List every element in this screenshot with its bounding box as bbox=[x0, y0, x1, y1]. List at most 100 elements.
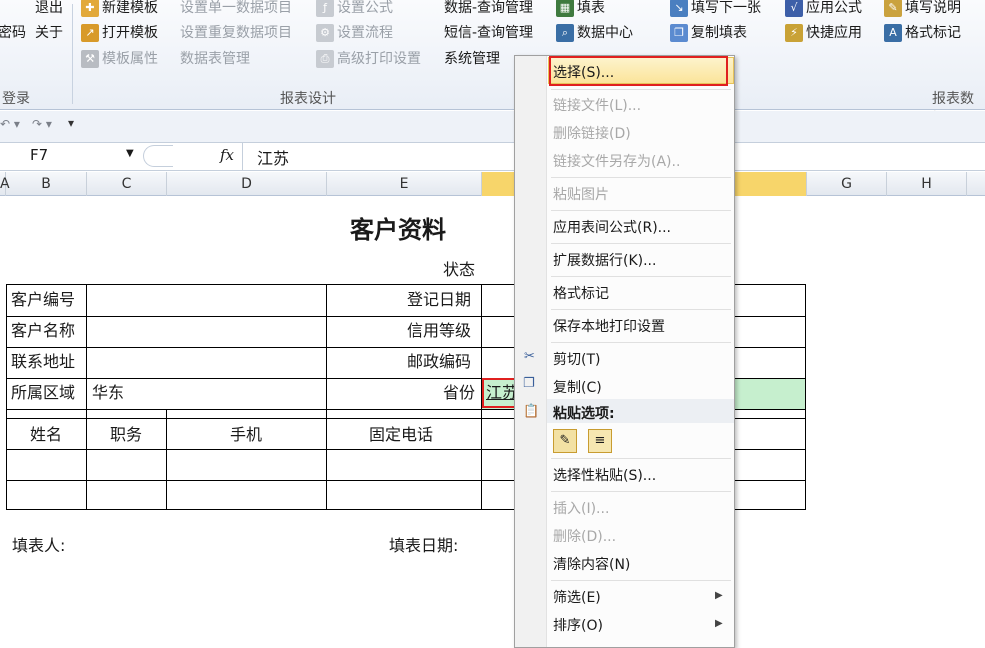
fill-form-button[interactable]: ▦ 填表 bbox=[556, 0, 605, 18]
open-folder-icon: ↗ bbox=[81, 24, 99, 42]
menu-item-clear[interactable]: 清除内容(N) bbox=[553, 554, 630, 574]
fill-instructions-label: 填写说明 bbox=[905, 0, 961, 16]
worksheet[interactable]: 客户资料 状态 客户编号 登记日期 客户名称 信用等级 联系地址 邮政编码 所属… bbox=[0, 197, 985, 648]
menu-item-filter[interactable]: 筛选(E) bbox=[553, 587, 601, 607]
menu-item-save-print-settings[interactable]: 保存本地打印设置 bbox=[553, 316, 665, 336]
open-template-label: 打开模板 bbox=[102, 25, 158, 41]
fill-date-label: 填表日期: bbox=[389, 536, 459, 555]
customer-name-label: 客户名称 bbox=[11, 321, 76, 340]
region-label: 所属区域 bbox=[11, 383, 76, 402]
repeat-item-button[interactable]: 设置重复数据项目 bbox=[180, 23, 292, 43]
copy-fill-label: 复制填表 bbox=[691, 25, 747, 41]
about-button[interactable]: 关于 bbox=[35, 23, 63, 43]
sheet-icon: ▦ bbox=[556, 0, 574, 17]
credit-level-label: 信用等级 bbox=[407, 321, 472, 340]
menu-item-link-file[interactable]: 链接文件(L)... bbox=[553, 95, 641, 115]
menu-item-copy[interactable]: 复制(C) bbox=[553, 377, 602, 397]
menu-item-expand-rows[interactable]: 扩展数据行(K)... bbox=[553, 250, 656, 270]
menu-item-format-mark[interactable]: 格式标记 bbox=[553, 283, 609, 303]
apply-formula-icon: √ bbox=[785, 0, 803, 17]
template-properties-button[interactable]: ⚒ 模板属性 bbox=[81, 49, 158, 69]
col-header-g[interactable]: G bbox=[807, 172, 887, 196]
fill-next-label: 填写下一张 bbox=[691, 0, 761, 16]
menu-item-paste-options: 粘贴选项: bbox=[553, 406, 615, 422]
ribbon: 退出 密码 关于 ✚ 新建模板 ↗ 打开模板 ⚒ 模板属性 设置单一数据项目 设置重复… bbox=[0, 0, 985, 127]
sms-query-button[interactable]: 短信-查询管理 bbox=[444, 23, 533, 43]
menu-item-apply-formula[interactable]: 应用表间公式(R)... bbox=[553, 217, 671, 237]
fill-instructions-button[interactable]: ✎ 填写说明 bbox=[884, 0, 961, 18]
redo-icon[interactable]: ↷ ▾ bbox=[32, 117, 52, 131]
col-header-h[interactable]: H bbox=[887, 172, 967, 196]
data-query-button[interactable]: 数据-查询管理 bbox=[444, 0, 533, 18]
contact-header-phone: 固定电话 bbox=[369, 425, 434, 444]
fill-next-button[interactable]: ↘ 填写下一张 bbox=[670, 0, 761, 18]
grid-line bbox=[86, 284, 87, 510]
col-header-c[interactable]: C bbox=[87, 172, 167, 196]
menu-item-cut[interactable]: 剪切(T) bbox=[553, 349, 600, 369]
new-template-icon: ✚ bbox=[81, 0, 99, 17]
single-item-button[interactable]: 设置单一数据项目 bbox=[180, 0, 292, 18]
print-settings-label: 高级打印设置 bbox=[337, 51, 421, 67]
new-template-label: 新建模板 bbox=[102, 0, 158, 16]
menu-item-paste-picture[interactable]: 粘贴图片 bbox=[553, 184, 609, 204]
menu-separator bbox=[551, 580, 731, 581]
note-icon: ✎ bbox=[884, 0, 902, 17]
region-value[interactable]: 华东 bbox=[92, 378, 124, 408]
menu-separator bbox=[551, 89, 731, 90]
data-center-button[interactable]: ⌕ 数据中心 bbox=[556, 23, 633, 43]
group-label-login: 登录 bbox=[2, 91, 30, 107]
open-template-button[interactable]: ↗ 打开模板 bbox=[81, 23, 158, 43]
apply-formula-button[interactable]: √ 应用公式 bbox=[785, 0, 862, 18]
next-sheet-icon: ↘ bbox=[670, 0, 688, 17]
undo-icon[interactable]: ↶ ▾ bbox=[0, 117, 20, 131]
new-template-button[interactable]: ✚ 新建模板 bbox=[81, 0, 158, 18]
menu-item-insert[interactable]: 插入(I)... bbox=[553, 498, 609, 518]
menu-separator bbox=[551, 177, 731, 178]
form-title: 客户资料 bbox=[350, 216, 446, 244]
menu-item-save-link-as[interactable]: 链接文件另存为(A).. bbox=[553, 151, 680, 171]
paste-formula-icon[interactable]: ✎ bbox=[553, 429, 577, 453]
system-manage-button[interactable]: 系统管理 bbox=[444, 49, 500, 69]
password-button[interactable]: 密码 bbox=[0, 23, 26, 43]
menu-item-select[interactable]: 选择(S)... bbox=[553, 62, 614, 82]
menu-item-delete-link[interactable]: 删除链接(D) bbox=[553, 123, 631, 143]
template-properties-label: 模板属性 bbox=[102, 51, 158, 67]
formula-input[interactable]: 江苏 bbox=[257, 145, 289, 169]
datatable-manage-button[interactable]: 数据表管理 bbox=[180, 49, 250, 69]
grid-line bbox=[326, 284, 327, 510]
quick-apply-icon: ⚡ bbox=[785, 24, 803, 42]
exit-button[interactable]: 退出 bbox=[35, 0, 63, 18]
menu-item-paste-special[interactable]: 选择性粘贴(S)... bbox=[553, 465, 656, 485]
copy-sheet-icon: ❐ bbox=[670, 24, 688, 42]
col-header-d[interactable]: D bbox=[167, 172, 327, 196]
flow-icon: ⚙ bbox=[316, 24, 334, 42]
col-header-b[interactable]: B bbox=[6, 172, 87, 196]
clipboard-icon: 📋 bbox=[523, 404, 540, 419]
column-header-row: A B C D E F G H bbox=[0, 172, 985, 196]
menu-separator bbox=[551, 243, 731, 244]
set-flow-label: 设置流程 bbox=[337, 25, 393, 41]
quick-apply-button[interactable]: ⚡ 快捷应用 bbox=[785, 23, 862, 43]
province-label: 省份 bbox=[443, 383, 476, 402]
contact-header-name: 姓名 bbox=[30, 425, 63, 444]
menu-item-sort[interactable]: 排序(O) bbox=[553, 615, 603, 635]
contact-header-position: 职务 bbox=[110, 425, 143, 444]
print-settings-button[interactable]: ⎙ 高级打印设置 bbox=[316, 49, 421, 69]
col-header-e[interactable]: E bbox=[327, 172, 482, 196]
paste-values-icon[interactable]: ≡ bbox=[588, 429, 612, 453]
name-box[interactable]: F7 bbox=[30, 146, 48, 164]
menu-item-delete[interactable]: 删除(D)... bbox=[553, 526, 616, 546]
format-mark-button[interactable]: A 格式标记 bbox=[884, 23, 961, 43]
tools-icon: ⚒ bbox=[81, 50, 99, 68]
set-flow-button[interactable]: ⚙ 设置流程 bbox=[316, 23, 393, 43]
filler-label: 填表人: bbox=[12, 536, 66, 555]
customer-id-label: 客户编号 bbox=[11, 290, 76, 309]
set-formula-button[interactable]: ƒ 设置公式 bbox=[316, 0, 393, 18]
copy-fill-button[interactable]: ❐ 复制填表 bbox=[670, 23, 747, 43]
apply-formula-label: 应用公式 bbox=[806, 0, 862, 16]
name-box-dropdown-icon[interactable]: ▼ bbox=[126, 148, 134, 159]
printer-icon: ⎙ bbox=[316, 50, 334, 68]
data-center-label: 数据中心 bbox=[577, 25, 633, 41]
customize-toolbar-icon[interactable]: ▾ bbox=[68, 116, 74, 130]
function-icon[interactable]: fx bbox=[220, 146, 234, 164]
